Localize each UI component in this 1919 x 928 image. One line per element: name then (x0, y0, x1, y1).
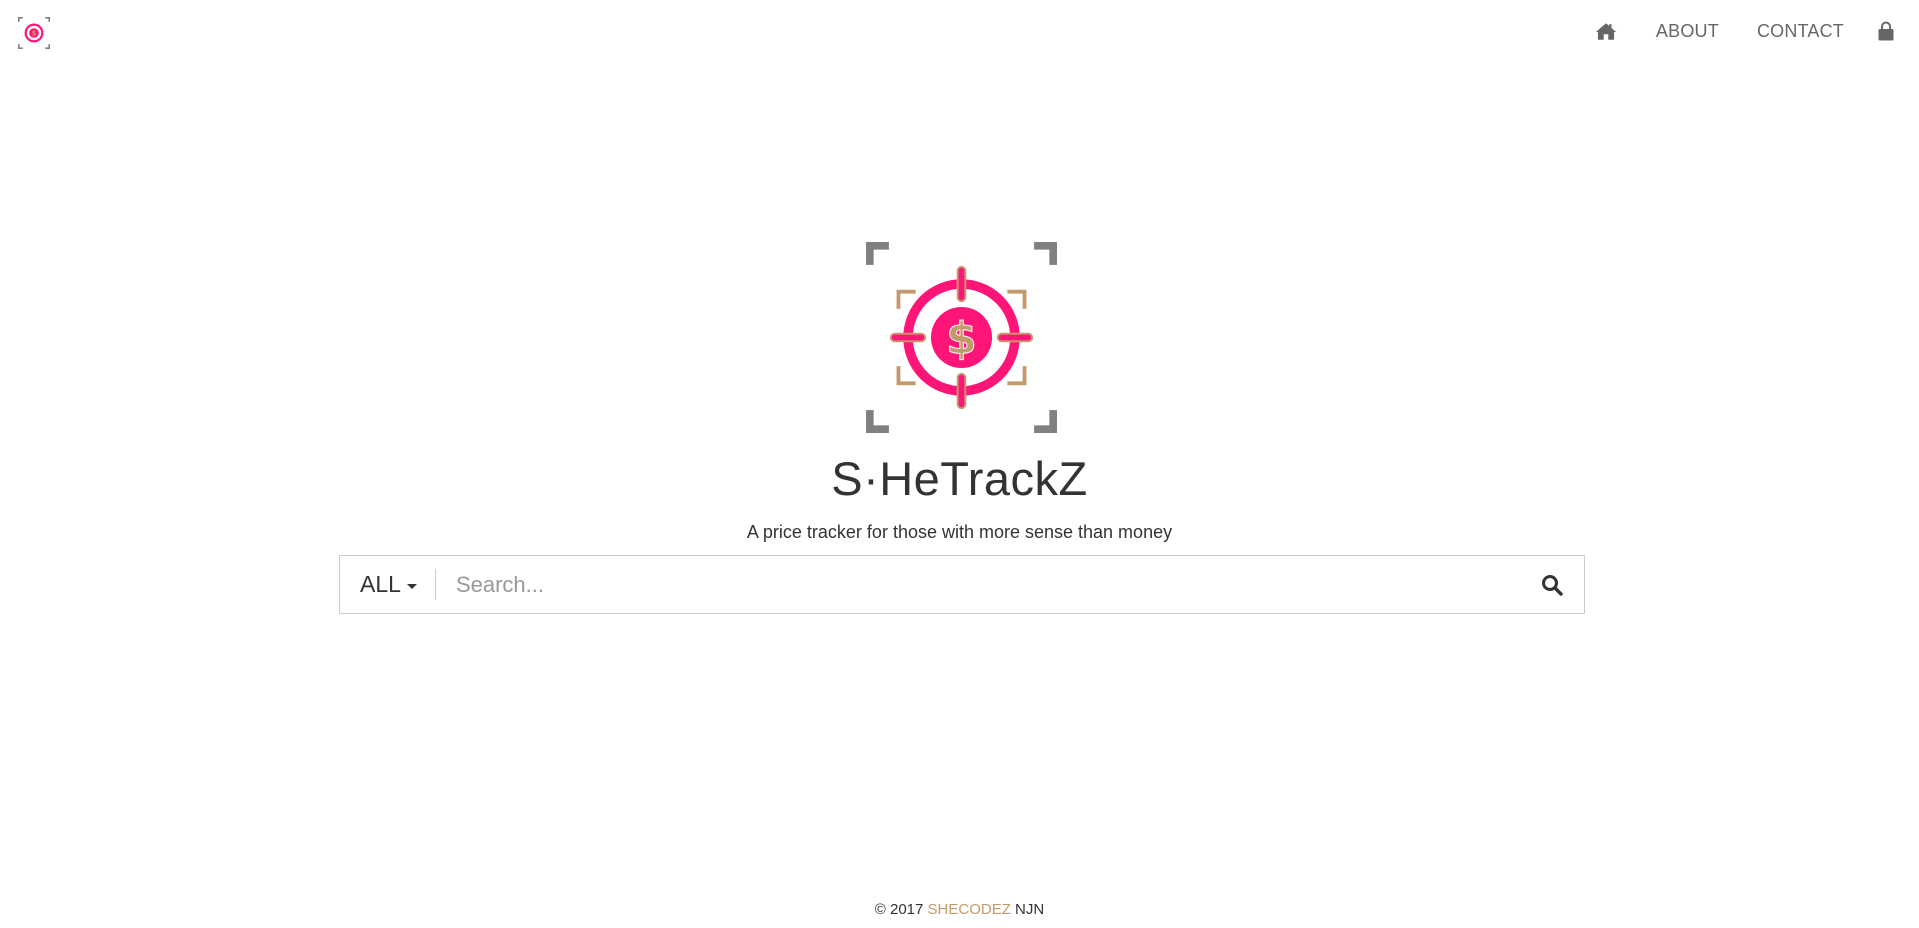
nav-contact-link[interactable]: CONTACT (1738, 0, 1863, 62)
home-icon (1595, 22, 1617, 40)
svg-text:$: $ (946, 313, 977, 364)
footer-copyright: © 2017 (874, 901, 924, 918)
brand-logo-icon[interactable]: $ (18, 17, 50, 49)
search-bar: ALL (339, 555, 1585, 614)
svg-text:$: $ (32, 28, 37, 37)
site-title: S·HeTrackZ (831, 452, 1088, 505)
nav-home-link[interactable] (1575, 0, 1637, 62)
site-tagline: A price tracker for those with more sens… (746, 522, 1173, 542)
nav-about-link[interactable]: ABOUT (1637, 0, 1738, 62)
footer: © 2017 SHECODEZ NJN (0, 900, 1919, 920)
lock-icon (1878, 21, 1894, 41)
category-selected-label: ALL (360, 571, 401, 597)
nav-menu: ABOUT CONTACT (1575, 0, 1919, 62)
caret-down-icon (406, 583, 417, 589)
category-dropdown[interactable]: ALL (340, 556, 435, 613)
nav-login-link[interactable] (1863, 0, 1909, 62)
target-dollar-logo-icon: $ (866, 242, 1057, 433)
navbar: $ ABOUT CONTACT (0, 0, 1919, 62)
search-icon (1542, 574, 1563, 596)
search-input[interactable] (435, 556, 1520, 613)
footer-brand-link[interactable]: SHECODEZ (928, 901, 1011, 918)
footer-suffix: NJN (1015, 901, 1045, 918)
search-button[interactable] (1520, 556, 1584, 613)
